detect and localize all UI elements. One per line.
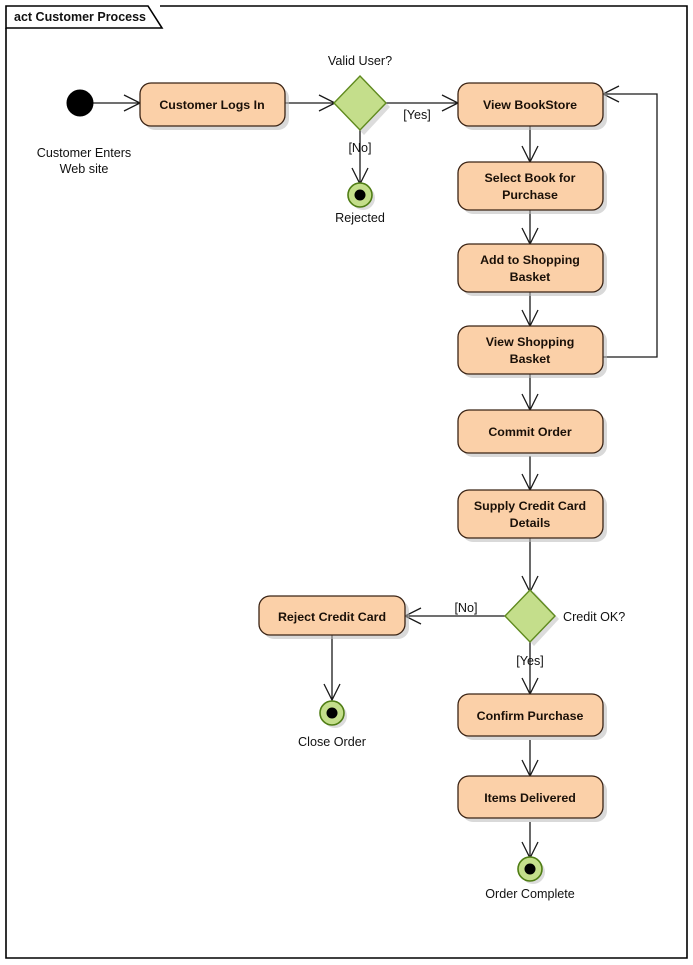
activity-select-book-label-line2: Purchase [502,188,558,202]
activity-supply-credit-card-label-line1: Supply Credit Card [474,499,586,513]
initial-node-caption-line1: Customer Enters [37,146,131,160]
initial-node-circle[interactable] [66,89,94,117]
frame-tab-label: act Customer Process [14,10,146,24]
final-node-rejected[interactable]: Rejected [335,182,385,225]
activity-view-basket[interactable]: View Shopping Basket [457,325,607,378]
decision-credit-ok-diamond[interactable] [504,588,556,644]
activity-view-bookstore-label: View BookStore [483,98,577,112]
activity-supply-credit-card-box[interactable] [457,489,604,539]
activity-commit-order[interactable]: Commit Order [457,409,607,457]
final-node-order-complete-caption: Order Complete [485,887,575,901]
final-node-close-order-caption: Close Order [298,735,366,749]
final-node-rejected-caption: Rejected [335,211,385,225]
guard-valid-user-yes: [Yes] [403,108,431,122]
activity-items-delivered[interactable]: Items Delivered [457,775,607,822]
activity-reject-credit-card-label: Reject Credit Card [278,610,386,624]
guard-credit-ok-yes: [Yes] [516,654,544,668]
decision-valid-user-diamond[interactable] [333,74,387,132]
final-node-rejected-inner [354,189,366,201]
activity-confirm-purchase[interactable]: Confirm Purchase [457,693,607,740]
activity-select-book-box[interactable] [457,161,604,211]
guard-credit-ok-no: [No] [454,601,477,615]
activity-supply-credit-card[interactable]: Supply Credit Card Details [457,489,607,542]
activity-diagram-canvas: act Customer Process [Yes] [No] [No] [Ye… [0,0,693,965]
edge-view-basket-loop-to-bookstore [603,93,658,358]
guard-valid-user-no: [No] [348,141,371,155]
final-node-order-complete-inner [524,863,536,875]
decision-credit-ok[interactable]: Credit OK? [504,588,625,646]
activity-select-book-label-line1: Select Book for [485,171,576,185]
diagram-surface: act Customer Process [Yes] [No] [No] [Ye… [5,5,688,959]
activity-view-bookstore[interactable]: View BookStore [457,82,607,130]
activity-reject-credit-card[interactable]: Reject Credit Card [258,595,409,639]
final-node-close-order-inner [326,707,338,719]
final-node-close-order[interactable]: Close Order [298,700,366,749]
activity-select-book[interactable]: Select Book for Purchase [457,161,607,214]
activity-confirm-purchase-label: Confirm Purchase [477,709,584,723]
activity-view-basket-label-line2: Basket [510,352,551,366]
decision-valid-user-caption: Valid User? [328,54,392,68]
activity-items-delivered-label: Items Delivered [484,791,576,805]
decision-credit-ok-caption: Credit OK? [563,610,625,624]
activity-view-basket-box[interactable] [457,325,604,375]
activity-view-basket-label-line1: View Shopping [486,335,575,349]
activity-add-to-basket-label-line2: Basket [510,270,551,284]
activity-add-to-basket-label-line1: Add to Shopping [480,253,580,267]
activity-customer-logs-in[interactable]: Customer Logs In [139,82,289,130]
activity-supply-credit-card-label-line2: Details [510,516,551,530]
activity-customer-logs-in-label: Customer Logs In [159,98,264,112]
final-node-order-complete[interactable]: Order Complete [485,856,575,901]
initial-node-caption-line2: Web site [60,162,109,176]
activity-add-to-basket[interactable]: Add to Shopping Basket [457,243,607,296]
activity-commit-order-label: Commit Order [488,425,571,439]
activity-add-to-basket-box[interactable] [457,243,604,293]
decision-valid-user[interactable]: Valid User? [328,54,392,135]
